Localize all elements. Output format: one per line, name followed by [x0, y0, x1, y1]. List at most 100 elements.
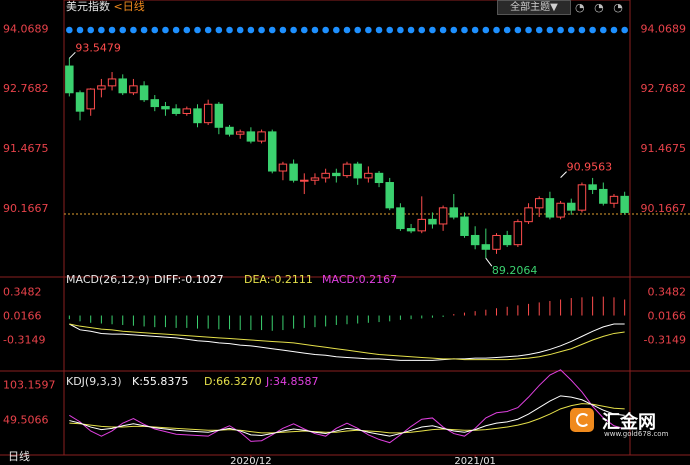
- event-dot[interactable]: [482, 26, 490, 34]
- event-dot[interactable]: [140, 26, 148, 34]
- candle-body[interactable]: [321, 172, 330, 179]
- event-dot[interactable]: [439, 26, 447, 34]
- event-dot[interactable]: [172, 26, 180, 34]
- theme-selector-button[interactable]: 全部主题▼: [497, 0, 571, 15]
- candle-body[interactable]: [75, 92, 85, 112]
- event-dot[interactable]: [471, 26, 479, 34]
- event-dot[interactable]: [194, 26, 201, 34]
- event-dot[interactable]: [514, 26, 522, 34]
- event-dot[interactable]: [418, 26, 426, 34]
- candle-body[interactable]: [470, 234, 480, 246]
- event-dot[interactable]: [600, 26, 607, 34]
- candle-body[interactable]: [545, 198, 555, 218]
- candle-body[interactable]: [364, 172, 373, 179]
- event-dot[interactable]: [578, 26, 586, 34]
- candle-body[interactable]: [502, 234, 512, 246]
- event-dot[interactable]: [76, 26, 84, 34]
- event-dot[interactable]: [546, 26, 554, 34]
- candle-body[interactable]: [609, 195, 619, 204]
- candle-body[interactable]: [86, 88, 95, 110]
- event-dot[interactable]: [493, 26, 500, 34]
- candle-body[interactable]: [150, 99, 160, 108]
- event-dot[interactable]: [66, 26, 73, 34]
- event-dot[interactable]: [461, 26, 468, 34]
- candle-body[interactable]: [374, 172, 384, 184]
- candle-body[interactable]: [278, 163, 288, 172]
- event-dot[interactable]: [98, 26, 105, 34]
- candle-body[interactable]: [225, 126, 234, 135]
- event-dot[interactable]: [279, 26, 287, 34]
- candle-body[interactable]: [129, 85, 138, 94]
- event-dot[interactable]: [87, 26, 94, 34]
- event-dot[interactable]: [258, 26, 265, 34]
- event-dot[interactable]: [226, 26, 233, 34]
- candle-body[interactable]: [406, 228, 416, 232]
- event-dot[interactable]: [290, 26, 297, 34]
- candle-body[interactable]: [246, 131, 256, 142]
- candle-body[interactable]: [332, 172, 341, 177]
- candle-body[interactable]: [97, 85, 106, 90]
- candle-body[interactable]: [385, 182, 394, 209]
- event-dot[interactable]: [567, 26, 575, 34]
- toolbar-icon-2[interactable]: ◔: [594, 1, 604, 14]
- candle-body[interactable]: [139, 85, 149, 101]
- event-dot[interactable]: [503, 26, 511, 34]
- event-dot[interactable]: [333, 26, 340, 34]
- event-dot[interactable]: [429, 26, 436, 34]
- candle-body[interactable]: [567, 202, 576, 211]
- candle-body[interactable]: [214, 103, 224, 128]
- period-tag[interactable]: <日线: [114, 0, 145, 13]
- event-dot[interactable]: [343, 26, 351, 34]
- candle-body[interactable]: [438, 207, 448, 225]
- event-dot[interactable]: [322, 26, 329, 34]
- event-dot[interactable]: [557, 26, 564, 34]
- candle-body[interactable]: [492, 234, 501, 250]
- event-dot[interactable]: [247, 26, 255, 34]
- candle-body[interactable]: [428, 218, 437, 225]
- toolbar-icon-1[interactable]: ◔: [575, 1, 585, 14]
- event-dot[interactable]: [215, 26, 223, 34]
- candle-body[interactable]: [556, 202, 565, 218]
- candle-body[interactable]: [342, 163, 352, 177]
- candle-body[interactable]: [268, 131, 277, 172]
- candle-body[interactable]: [182, 108, 192, 114]
- candle-body[interactable]: [524, 207, 533, 223]
- event-dot[interactable]: [183, 26, 191, 34]
- event-dot[interactable]: [130, 26, 137, 34]
- event-dot[interactable]: [268, 26, 276, 34]
- candle-body[interactable]: [65, 65, 74, 94]
- event-dot[interactable]: [450, 26, 458, 34]
- candle-body[interactable]: [396, 207, 405, 230]
- candle-body[interactable]: [481, 244, 491, 250]
- candle-body[interactable]: [107, 78, 117, 87]
- candle-body[interactable]: [599, 188, 608, 204]
- candle-body[interactable]: [513, 221, 523, 246]
- period-button[interactable]: 日线: [8, 448, 30, 464]
- candle-body[interactable]: [161, 106, 170, 110]
- event-dot[interactable]: [236, 26, 244, 34]
- event-dot[interactable]: [375, 26, 383, 34]
- candle-body[interactable]: [257, 131, 266, 142]
- event-dot[interactable]: [311, 26, 319, 34]
- event-dot[interactable]: [108, 26, 116, 34]
- event-dot[interactable]: [204, 26, 212, 34]
- event-dot[interactable]: [610, 26, 618, 34]
- candle-body[interactable]: [235, 131, 245, 135]
- candle-body[interactable]: [417, 218, 426, 232]
- event-dot[interactable]: [407, 26, 415, 34]
- event-dot[interactable]: [300, 26, 308, 34]
- event-dot[interactable]: [525, 26, 532, 34]
- candle-body[interactable]: [300, 179, 309, 182]
- event-dot[interactable]: [151, 26, 159, 34]
- event-dot[interactable]: [397, 26, 404, 34]
- event-dot[interactable]: [589, 26, 596, 34]
- candle-body[interactable]: [620, 195, 629, 213]
- candle-body[interactable]: [353, 163, 362, 179]
- event-dot[interactable]: [621, 26, 628, 34]
- candle-body[interactable]: [289, 163, 298, 181]
- candle-body[interactable]: [449, 207, 459, 218]
- candle-body[interactable]: [588, 184, 597, 190]
- candle-body[interactable]: [310, 177, 320, 181]
- event-dot[interactable]: [386, 26, 394, 34]
- candle-body[interactable]: [171, 108, 181, 114]
